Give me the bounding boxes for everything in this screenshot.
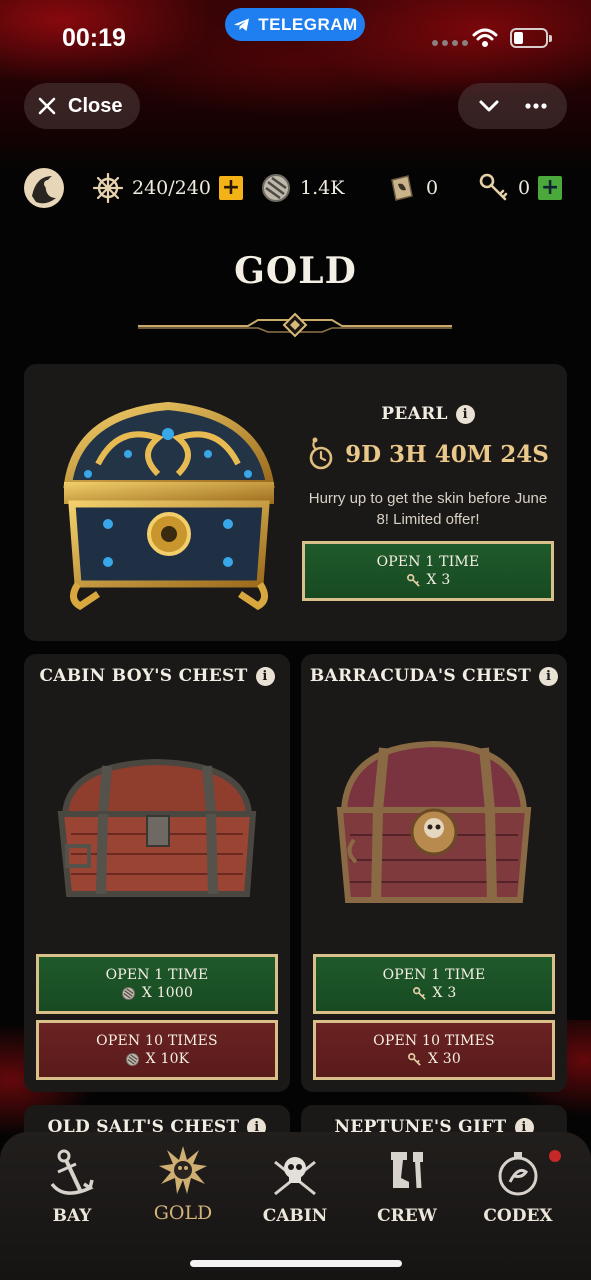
pearl-promo-text: Hurry up to get the skin before June 8! … <box>308 490 548 528</box>
telegram-icon <box>234 18 250 31</box>
coin-icon <box>121 986 135 1000</box>
cabin-boys-open-1-cost: X 1000 <box>121 985 193 1001</box>
nav-label-crew: CREW <box>377 1206 437 1226</box>
coin-icon <box>125 1052 139 1066</box>
peg-leg-icon <box>391 1151 423 1189</box>
barracudas-chest-image[interactable] <box>334 740 534 920</box>
cabin-boys-chest-image[interactable] <box>57 754 257 904</box>
tickets-resource: 0 <box>386 166 438 210</box>
key-icon <box>408 1052 421 1066</box>
info-icon[interactable]: i <box>539 666 559 686</box>
more-icon[interactable] <box>524 94 548 118</box>
nav-label-bay: BAY <box>52 1206 92 1226</box>
header-actions <box>458 83 567 129</box>
ornament-divider <box>138 312 452 338</box>
notification-dot <box>549 1150 561 1162</box>
cabin-boys-open-10-button[interactable]: OPEN 10 TIMES X 10K <box>36 1020 278 1080</box>
tickets-value: 0 <box>426 177 439 199</box>
info-icon[interactable]: i <box>455 404 475 424</box>
gold-burst-icon <box>159 1146 207 1194</box>
key-icon <box>412 986 426 1000</box>
nav-item-crew[interactable]: CREW <box>367 1148 447 1226</box>
close-label: Close <box>68 94 123 117</box>
profile-emblem[interactable] <box>22 166 66 210</box>
nav-item-bay[interactable]: BAY <box>32 1148 112 1226</box>
telegram-label: TELEGRAM <box>258 14 358 34</box>
clock: 00:19 <box>62 24 126 52</box>
coins-resource: 1.4K <box>260 166 344 210</box>
skull-crossed-swords-icon <box>274 1157 316 1196</box>
add-keys-button[interactable]: + <box>538 176 563 200</box>
close-icon <box>38 97 56 115</box>
close-button[interactable]: Close <box>24 83 140 129</box>
nav-item-cabin[interactable]: CABIN <box>255 1148 335 1226</box>
barracudas-open-1-cost-value: X 3 <box>432 985 457 1001</box>
pearl-open-1-cost-value: X 3 <box>426 572 451 588</box>
nav-label-gold: GOLD <box>153 1202 213 1224</box>
pearl-chest-image[interactable] <box>48 394 288 614</box>
pearl-title-text: PEARL <box>381 404 448 424</box>
pearl-title: PEARL i <box>302 404 554 424</box>
status-bar: 00:19 TELEGRAM <box>0 0 591 80</box>
signal-icon <box>432 40 468 46</box>
coins-value: 1.4K <box>300 177 345 199</box>
timer-value: 9D 3H 40M 24S <box>345 440 549 468</box>
keys-value: 0 <box>518 177 531 199</box>
info-icon[interactable]: i <box>255 666 275 686</box>
nav-label-codex: CODEX <box>483 1206 553 1226</box>
cabin-boys-chest-title: CABIN BOY'S CHEST i <box>24 666 290 686</box>
pearl-open-1-button[interactable]: OPEN 1 TIME X 3 <box>302 541 554 601</box>
cabin-boys-chest-card: CABIN BOY'S CHEST i OPEN 1 TIME X 1000 O… <box>24 654 290 1092</box>
profile-emblem-icon <box>24 168 64 208</box>
cabin-boys-open-1-cost-value: X 1000 <box>141 985 194 1001</box>
nav-label-cabin: CABIN <box>262 1206 328 1226</box>
compass-icon <box>498 1152 538 1196</box>
bottom-nav: BAY GOLD CABIN CREW CODEX <box>0 1132 591 1280</box>
cabin-boys-open-1-label: OPEN 1 TIME <box>105 967 209 983</box>
keys-resource: 0 + <box>478 166 563 210</box>
pearl-timer: 9D 3H 40M 24S <box>302 436 554 472</box>
barracudas-open-1-cost: X 3 <box>412 985 457 1001</box>
wifi-icon <box>472 28 498 47</box>
cabin-boys-open-10-cost-value: X 10K <box>145 1051 190 1067</box>
ship-wheel-icon <box>92 172 124 204</box>
cabin-boys-chest-title-text: CABIN BOY'S CHEST <box>39 666 248 686</box>
barracudas-open-1-button[interactable]: OPEN 1 TIME X 3 <box>313 954 555 1014</box>
page-title: GOLD <box>234 250 357 292</box>
energy-value: 240/240 <box>132 177 211 199</box>
telegram-pill[interactable]: TELEGRAM <box>225 8 365 41</box>
cabin-boys-open-1-button[interactable]: OPEN 1 TIME X 1000 <box>36 954 278 1014</box>
coin-icon <box>262 174 290 202</box>
barracudas-chest-card: BARRACUDA'S CHEST i OPEN 1 TIME X 3 OPEN… <box>301 654 567 1092</box>
barracudas-open-10-label: OPEN 10 TIMES <box>373 1033 495 1049</box>
home-indicator[interactable] <box>190 1260 402 1267</box>
stopwatch-icon <box>309 437 333 470</box>
barracudas-open-10-cost: X 30 <box>407 1051 461 1067</box>
nav-item-gold[interactable]: GOLD <box>143 1144 223 1224</box>
barracudas-open-10-button[interactable]: OPEN 10 TIMES X 30 <box>313 1020 555 1080</box>
battery-icon <box>510 28 552 48</box>
resource-bar: 240/240 + 1.4K 0 0 + <box>0 166 591 210</box>
chevron-down-icon[interactable] <box>477 94 501 118</box>
barracudas-open-10-cost-value: X 30 <box>427 1051 462 1067</box>
ticket-icon <box>391 175 413 201</box>
cabin-boys-open-10-label: OPEN 10 TIMES <box>96 1033 218 1049</box>
key-icon <box>406 573 420 587</box>
cabin-boys-open-10-cost: X 10K <box>125 1051 190 1067</box>
energy-resource: 240/240 + <box>92 166 243 210</box>
barracudas-chest-title: BARRACUDA'S CHEST i <box>301 666 567 686</box>
nav-item-codex[interactable]: CODEX <box>478 1148 558 1226</box>
add-energy-button[interactable]: + <box>218 176 243 200</box>
pearl-open-1-label: OPEN 1 TIME <box>376 554 480 570</box>
barracudas-chest-title-text: BARRACUDA'S CHEST <box>309 666 532 686</box>
anchor-icon <box>50 1149 94 1195</box>
barracudas-open-1-label: OPEN 1 TIME <box>382 967 486 983</box>
key-icon <box>479 173 508 201</box>
pearl-open-1-cost: X 3 <box>406 572 451 588</box>
